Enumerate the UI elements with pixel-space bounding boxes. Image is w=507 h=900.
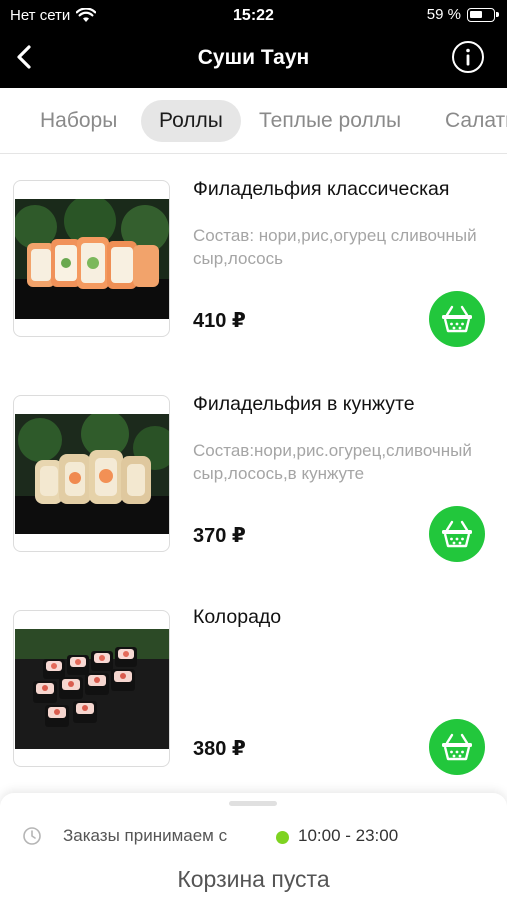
product-image [13,180,170,337]
product-card[interactable]: Колорадо 380 ₽ [0,600,507,800]
product-name: Филадельфия в кунжуте [193,393,415,415]
category-tabs: Наборы Роллы Теплые роллы Салаты [0,88,507,154]
cart-bottom-sheet[interactable]: Заказы принимаем с 10:00 - 23:00 Корзина… [0,793,507,900]
info-icon [452,41,484,73]
battery-level-fill [470,10,482,18]
tab-salads[interactable]: Салаты [427,100,507,142]
order-hours: Заказы принимаем с 10:00 - 23:00 [0,823,507,849]
product-price: 370 ₽ [193,525,246,547]
battery-icon [467,7,499,22]
product-image [13,395,170,552]
product-name: Колорадо [193,606,282,628]
open-status-indicator [276,831,289,844]
add-to-cart-button[interactable] [429,506,485,562]
top-bar: Нет сети 15:22 59 % Суши Таун [0,0,507,88]
order-hours-value: 10:00 - 23:00 [298,826,399,845]
add-to-cart-button[interactable] [429,719,485,775]
basket-icon [442,733,472,761]
tab-warm-rolls[interactable]: Теплые роллы [241,100,419,142]
order-hours-label: Заказы принимаем с [63,826,228,845]
battery-percent: 59 % [426,6,461,23]
add-to-cart-button[interactable] [429,291,485,347]
product-image [13,610,170,767]
basket-icon [442,305,472,333]
info-button[interactable] [451,40,485,74]
product-card[interactable]: Филадельфия в кунжуте Состав:нори,рис.ог… [0,385,507,585]
product-price: 410 ₽ [193,310,246,332]
clock-icon [23,827,41,845]
product-name: Филадельфия классическая [193,178,450,200]
product-price: 380 ₽ [193,738,246,760]
tab-rolls[interactable]: Роллы [141,100,241,142]
product-description: Состав:нори,рис.огурец,сливочный сыр,лос… [193,441,472,483]
sheet-drag-handle[interactable] [229,801,277,806]
product-card[interactable]: Филадельфия классическая Состав: нори,ри… [0,170,507,370]
page-title: Суши Таун [197,46,310,69]
status-bar: Нет сети 15:22 59 % [0,0,507,30]
battery-indicator: 59 % [426,6,499,23]
basket-icon [442,520,472,548]
product-description: Состав: нори,рис,огурец сливочный сыр,ло… [193,226,477,268]
navigation-bar: Суши Таун [0,30,507,88]
tab-sets[interactable]: Наборы [22,100,135,142]
cart-status[interactable]: Корзина пуста [0,866,507,893]
